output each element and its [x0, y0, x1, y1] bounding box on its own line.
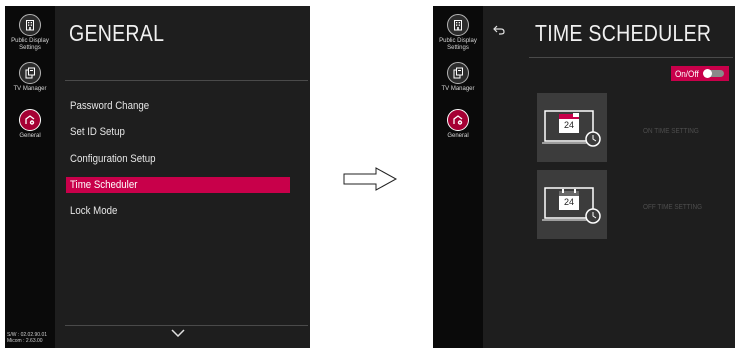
sidebar-item-public-display-settings[interactable]: Public Display Settings	[5, 14, 55, 52]
general-icon	[447, 109, 469, 131]
sidebar-item-label: TV Manager	[441, 86, 475, 92]
divider	[529, 57, 733, 58]
sidebar-item-label: Public Display Settings	[439, 38, 477, 51]
on-off-toggle[interactable]: On/Off	[671, 66, 729, 81]
software-version: S/W : 02.02.90.01 Micom : 2.63.00	[7, 332, 48, 344]
general-screen: Public Display Settings TV Manager Genera…	[5, 6, 310, 348]
menu-item-password-change[interactable]: Password Change	[66, 98, 290, 114]
building-icon	[19, 14, 41, 36]
menu-item-time-scheduler[interactable]: Time Scheduler	[66, 177, 290, 193]
toggle-switch[interactable]	[703, 68, 724, 78]
sidebar-item-label: Public Display Settings	[11, 38, 49, 51]
tv-manager-icon	[447, 62, 469, 84]
menu-item-configuration-setup[interactable]: Configuration Setup	[66, 151, 290, 167]
content-area: GENERAL Password Change Set ID Setup Con…	[55, 6, 310, 348]
building-icon	[447, 14, 469, 36]
on-time-day: 24	[563, 120, 574, 130]
arrow-right-icon	[343, 167, 398, 196]
tv-manager-icon	[19, 62, 41, 84]
sidebar-item-label: TV Manager	[13, 86, 47, 92]
off-time-day: 24	[563, 197, 574, 207]
toggle-label: On/Off	[675, 68, 699, 79]
menu-item-lock-mode[interactable]: Lock Mode	[66, 203, 290, 219]
sidebar-item-label: General	[19, 133, 41, 139]
sidebar-item-tv-manager[interactable]: TV Manager	[433, 62, 483, 93]
divider	[65, 80, 308, 81]
time-scheduler-screen: Public Display Settings TV Manager Genera…	[433, 6, 735, 348]
sidebar-item-tv-manager[interactable]: TV Manager	[5, 62, 55, 93]
chevron-down-icon[interactable]	[171, 324, 185, 342]
sidebar-item-public-display-settings[interactable]: Public Display Settings	[433, 14, 483, 52]
page-title: GENERAL	[69, 20, 165, 46]
content-area: TIME SCHEDULER On/Off 24 ON TIME SETTING	[483, 6, 735, 348]
divider	[65, 325, 308, 326]
sidebar-item-general[interactable]: General	[5, 109, 55, 140]
page-title: TIME SCHEDULER	[535, 20, 712, 46]
on-time-setting-button[interactable]: 24	[537, 93, 607, 162]
sidebar-item-general[interactable]: General	[433, 109, 483, 140]
general-icon	[19, 109, 41, 131]
back-icon[interactable]	[493, 22, 505, 40]
on-time-setting-label: ON TIME SETTING	[643, 126, 699, 135]
off-time-setting-label: OFF TIME SETTING	[643, 202, 703, 211]
off-time-setting-button[interactable]: 24	[537, 170, 607, 239]
sidebar-item-label: General	[447, 133, 469, 139]
sidebar: Public Display Settings TV Manager Genera…	[5, 6, 55, 348]
menu-item-set-id-setup[interactable]: Set ID Setup	[66, 124, 290, 140]
sidebar: Public Display Settings TV Manager Genera…	[433, 6, 483, 348]
